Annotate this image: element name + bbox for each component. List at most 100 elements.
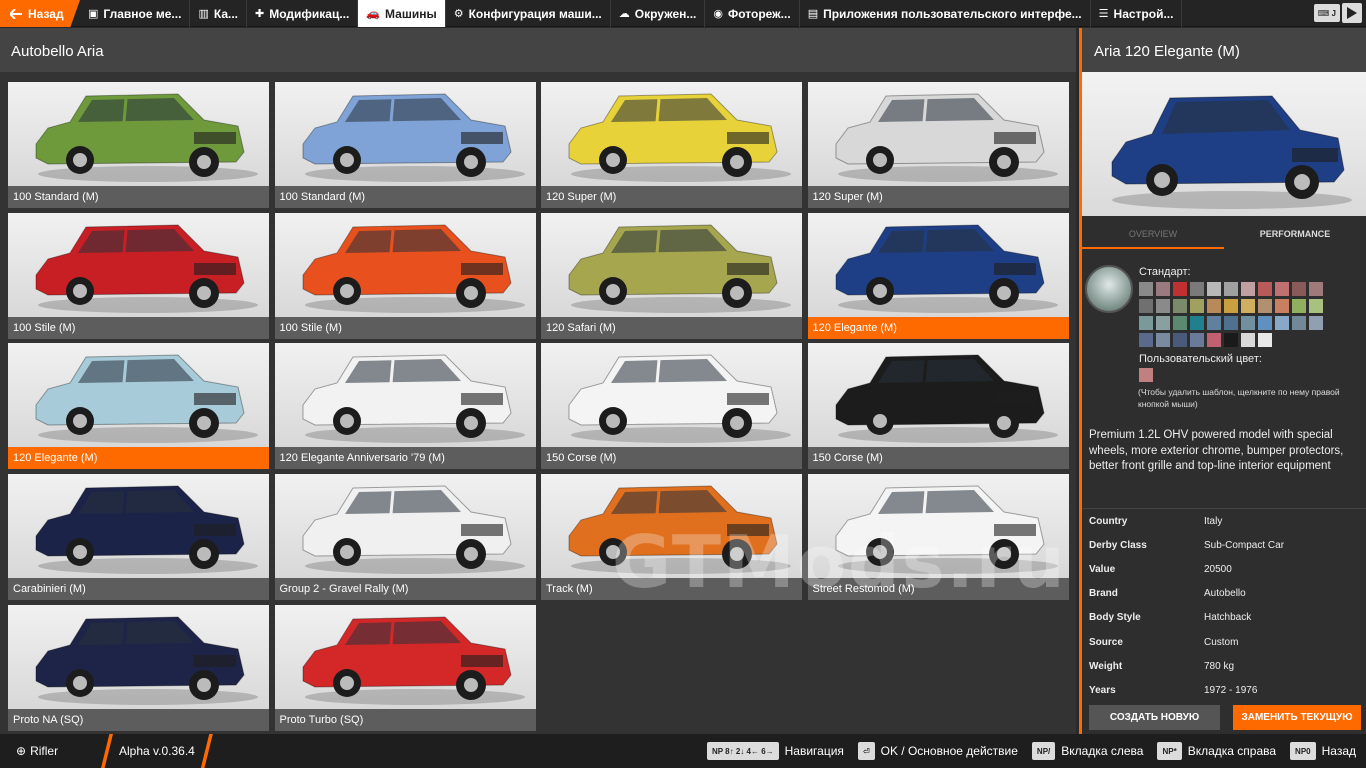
paint-swatch[interactable] [1139,316,1153,330]
vehicle-thumbnail [274,604,536,709]
vehicle-card[interactable]: 100 Stile (M) [8,212,269,339]
config-title: Aria 120 Elegante (M) [1082,28,1366,72]
paint-swatch[interactable] [1241,282,1255,296]
model-title: Autobello Aria [0,28,1076,72]
vehicle-card[interactable]: 120 Elegante (M) [807,212,1069,339]
vehicle-thumbnail [274,82,536,186]
paint-swatch[interactable] [1139,282,1153,296]
vehicle-card[interactable]: 100 Standard (M) [274,82,536,208]
tab-0[interactable]: ▣ Главное ме... [80,0,191,27]
tab-performance[interactable]: PERFORMANCE [1224,221,1366,249]
paint-swatch[interactable] [1241,316,1255,330]
vehicle-card[interactable]: 100 Standard (M) [8,82,269,208]
vehicle-card[interactable]: 120 Super (M) [807,82,1069,208]
vehicle-thumbnail [274,343,536,448]
tab-label: Окружен... [634,6,697,21]
tab-1[interactable]: ▥ Ка... [190,0,247,27]
paint-swatch[interactable] [1224,299,1238,313]
tab-3[interactable]: 🚗 Машины [358,0,446,27]
username[interactable]: Rifler [30,744,58,758]
paint-swatch[interactable] [1139,299,1153,313]
vehicle-card[interactable]: Proto Turbo (SQ) [274,604,536,731]
vehicle-card[interactable]: Street Restomod (M) [807,474,1069,601]
tab-8[interactable]: ☰ Настрой... [1091,0,1183,27]
vehicle-list-panel: Autobello Aria 100 Standard (M) 100 Stand… [0,28,1076,734]
paint-swatch[interactable] [1139,333,1153,347]
paint-swatch[interactable] [1156,282,1170,296]
paint-swatch[interactable] [1258,299,1272,313]
paint-swatch[interactable] [1292,316,1306,330]
paint-swatch[interactable] [1241,299,1255,313]
spec-value: Hatchback [1204,612,1252,624]
paint-swatch[interactable] [1156,316,1170,330]
vehicle-card[interactable]: 150 Corse (M) [541,343,802,470]
vehicle-card-label: 100 Stile (M) [274,316,536,339]
tab-5[interactable]: ☁ Окружен... [611,0,706,27]
keyboard-shortcut-badge: ⌨ J [1313,4,1340,22]
vehicle-card-label: 120 Elegante Anniversario '79 (M) [274,447,536,470]
vehicle-card[interactable]: 150 Corse (M) [807,343,1069,470]
tab-2[interactable]: ✚ Модификац... [247,0,359,27]
vehicle-card[interactable]: 100 Stile (M) [274,212,536,339]
paint-swatch[interactable] [1190,299,1204,313]
tab-4[interactable]: ⚙ Конфигурация маши... [446,0,611,27]
paint-swatch[interactable] [1309,299,1323,313]
vehicle-card[interactable]: 120 Safari (M) [541,212,802,339]
spec-value: Sub-Compact Car [1204,539,1285,551]
paint-swatch[interactable] [1292,299,1306,313]
paint-swatch[interactable] [1173,282,1187,296]
paint-swatch[interactable] [1275,282,1289,296]
paint-swatch[interactable] [1190,316,1204,330]
paint-swatch[interactable] [1224,282,1238,296]
paint-swatch[interactable] [1207,299,1221,313]
paint-swatch[interactable] [1309,282,1323,296]
paint-swatch[interactable] [1207,316,1221,330]
paint-swatch[interactable] [1207,282,1221,296]
vehicle-card[interactable]: Proto NA (SQ) [8,604,269,731]
vehicle-thumbnail [807,212,1069,317]
paint-swatch[interactable] [1156,333,1170,347]
spec-row: Weight 780 kg [1082,654,1366,678]
paint-swatch[interactable] [1173,299,1187,313]
paint-swatch[interactable] [1241,333,1255,347]
paint-swatch[interactable] [1275,316,1289,330]
paint-swatch[interactable] [1173,316,1187,330]
paint-swatch[interactable] [1224,316,1238,330]
vehicle-card[interactable]: 120 Super (M) [541,82,802,208]
back-button[interactable]: Назад [0,0,80,27]
paint-swatch[interactable] [1173,333,1187,347]
paint-swatch[interactable] [1190,333,1204,347]
arrow-left-icon [10,8,22,19]
replace-current-button[interactable]: ЗАМЕНИТЬ ТЕКУЩУЮ [1233,705,1361,730]
vehicle-card-label: 120 Elegante (M) [807,316,1069,339]
tab-label: Ка... [213,6,238,21]
paint-swatch[interactable] [1156,299,1170,313]
vehicle-card[interactable]: 120 Elegante Anniversario '79 (M) [274,343,536,470]
spec-row: Value 20500 [1082,557,1366,581]
paint-swatch[interactable] [1224,333,1238,347]
tab-6[interactable]: ◉ Фотореж... [705,0,800,27]
paint-swatch[interactable] [1207,333,1221,347]
vehicle-card[interactable]: Carabinieri (M) [8,474,269,601]
spec-row: Years 1972 - 1976 [1082,678,1366,702]
paint-swatch[interactable] [1292,282,1306,296]
control-hint: NP 8↑ 2↓ 4← 6→ Навигация [706,742,844,760]
paint-swatch[interactable] [1258,316,1272,330]
vehicle-card[interactable]: 120 Elegante (M) [8,343,269,470]
vehicle-card[interactable]: Group 2 - Gravel Rally (M) [274,474,536,601]
paint-swatch[interactable] [1258,282,1272,296]
spec-value: 20500 [1204,563,1232,575]
paint-swatch[interactable] [1190,282,1204,296]
paint-swatch[interactable] [1309,316,1323,330]
create-new-button[interactable]: СОЗДАТЬ НОВУЮ [1089,705,1220,730]
vehicle-card[interactable]: Track (M) [541,474,802,601]
custom-paint-swatch[interactable] [1139,368,1153,382]
vehicle-thumbnail [8,212,269,317]
paint-swatch[interactable] [1258,333,1272,347]
keyboard-key-icon: NP/ [1031,742,1056,760]
paint-swatch[interactable] [1275,299,1289,313]
tab-overview[interactable]: OVERVIEW [1082,221,1224,249]
play-button[interactable] [1342,3,1362,23]
spec-value: Custom [1204,636,1239,648]
tab-7[interactable]: ▤ Приложения пользовательского интерфе... [800,0,1091,27]
